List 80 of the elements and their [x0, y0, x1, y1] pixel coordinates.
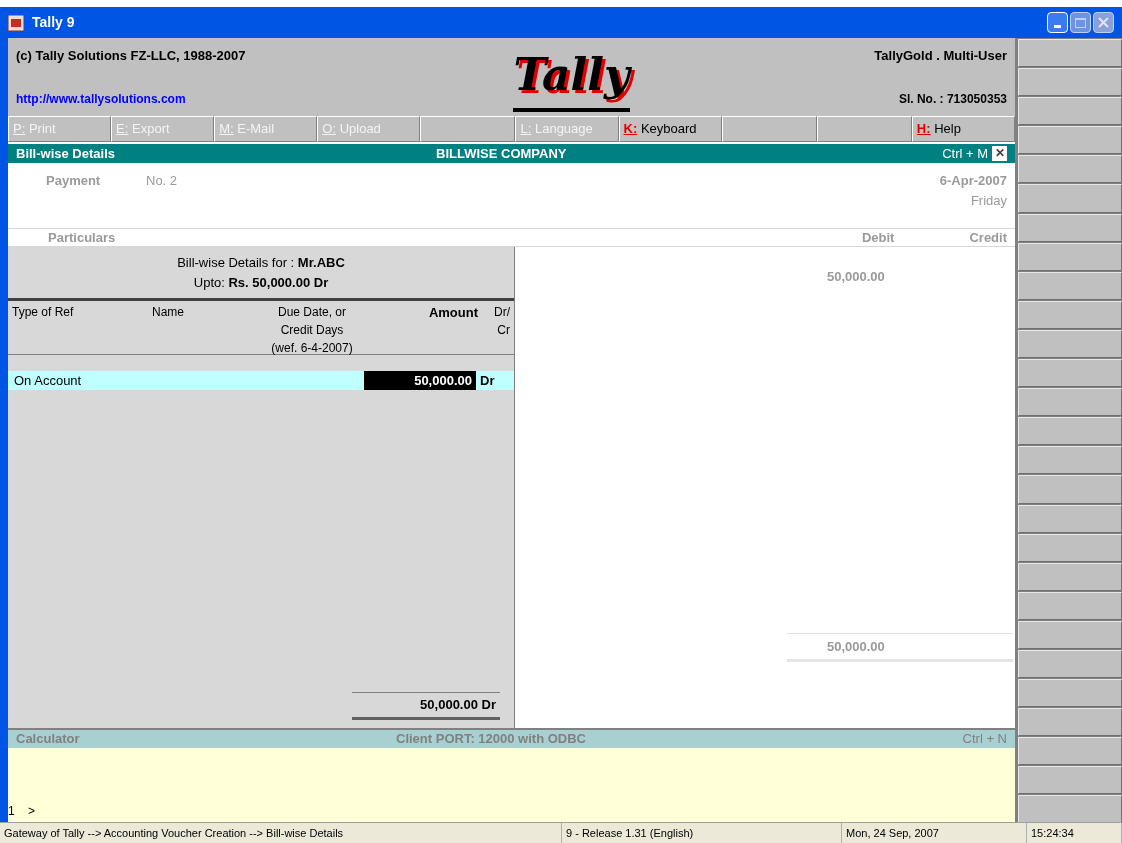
calculator-title: Calculator	[16, 730, 81, 749]
side-button[interactable]	[1018, 446, 1122, 475]
voucher-type: Payment	[46, 172, 102, 190]
column-header: Credit Days	[280, 322, 344, 339]
side-button[interactable]	[1018, 184, 1122, 213]
status-text: Gateway of Tally --> Accounting Voucher Creation --> Bill-wise Details	[0, 823, 562, 843]
side-button[interactable]	[1018, 213, 1122, 242]
website-link[interactable]: http://www.tallysolutions.com	[16, 90, 436, 112]
side-button[interactable]	[1018, 475, 1122, 504]
side-button[interactable]	[1018, 504, 1122, 533]
status-text: 9 - Release 1.31 (English)	[562, 823, 842, 843]
billwise-heading: Bill-wise Details for : Mr.ABC	[177, 254, 345, 272]
shortcut-text: Ctrl + N	[962, 730, 1007, 749]
window-title: Tally 9	[32, 13, 75, 32]
calculator-prompt: >	[28, 803, 35, 820]
side-button[interactable]	[1018, 417, 1122, 446]
side-button[interactable]	[1018, 679, 1122, 708]
ref-type: On Account	[14, 371, 83, 390]
shortcut-text: Ctrl + M	[942, 144, 988, 163]
screen-title: Bill-wise Details	[16, 144, 116, 163]
side-button[interactable]	[1018, 533, 1122, 562]
toolbar-button[interactable]	[816, 116, 912, 142]
column-header: Dr/	[494, 304, 510, 321]
side-button[interactable]	[1018, 300, 1122, 329]
column-header: Name	[152, 304, 185, 321]
side-button[interactable]	[1018, 39, 1122, 68]
side-button[interactable]	[1018, 68, 1122, 97]
debit-total: 50,000.00	[787, 632, 1013, 662]
side-button[interactable]	[1018, 155, 1122, 184]
company-name: BILLWISE COMPANY	[436, 144, 567, 163]
toolbar-button[interactable]	[721, 116, 817, 142]
billwise-total: 50,000.00 Dr	[352, 691, 500, 720]
side-button[interactable]	[1018, 242, 1122, 271]
side-button[interactable]	[1018, 649, 1122, 679]
side-button[interactable]	[1018, 708, 1122, 737]
side-button[interactable]	[1018, 359, 1122, 388]
column-header: Type of Ref	[12, 304, 75, 321]
dr-cr-text: Dr	[479, 371, 495, 390]
column-header: Due Date, or	[277, 304, 346, 321]
toolbar-button[interactable]: H: Help	[911, 116, 1015, 142]
side-button[interactable]	[1018, 388, 1122, 417]
app-icon	[8, 14, 24, 31]
side-button[interactable]	[1018, 97, 1122, 126]
side-button[interactable]	[1018, 737, 1122, 766]
port-text: Client PORT: 12000 with ODBC	[396, 730, 586, 749]
side-button[interactable]	[1018, 766, 1122, 795]
minimize-button[interactable]	[1047, 12, 1068, 33]
column-header: Cr	[497, 322, 510, 339]
line-number: 1	[8, 803, 16, 820]
debit-amount: 50,000.00	[827, 268, 886, 286]
column-header: (wef. 6-4-2007)	[271, 340, 353, 357]
toolbar-button[interactable]: K: Keyboard	[618, 116, 722, 142]
status-text: 15:24:34	[1027, 823, 1122, 843]
column-header: Particulars	[48, 228, 116, 247]
status-text: Mon, 24 Sep, 2007	[842, 823, 1027, 843]
edition-text: TallyGold . Multi-User	[874, 47, 1007, 65]
side-button[interactable]	[1018, 562, 1122, 591]
side-button[interactable]	[1018, 329, 1122, 359]
column-header: Amount	[427, 304, 478, 322]
side-button[interactable]	[1018, 620, 1122, 649]
maximize-button[interactable]	[1070, 12, 1091, 33]
side-button[interactable]	[1018, 126, 1122, 155]
close-button[interactable]	[1093, 12, 1114, 33]
toolbar-button[interactable]	[420, 116, 516, 142]
column-header: Credit	[969, 228, 1007, 247]
serial-number: Sl. No. : 713050353	[898, 91, 1007, 108]
side-button[interactable]	[1018, 591, 1122, 620]
copyright-text: (c) Tally Solutions FZ-LLC, 1988-2007	[16, 47, 247, 65]
billwise-heading: Upto: Rs. 50,000.00 Dr	[193, 273, 329, 292]
voucher-date: 6-Apr-2007	[939, 172, 1007, 190]
side-button[interactable]	[1018, 271, 1122, 300]
tally-logo: Tally	[513, 42, 630, 112]
close-icon	[1098, 17, 1109, 28]
voucher-number: No. 2	[146, 172, 178, 190]
column-header: Debit	[861, 228, 895, 247]
amount-field[interactable]: 50,000.00	[364, 371, 476, 390]
voucher-day: Friday	[970, 190, 1007, 210]
bill-row[interactable]: On Account 50,000.00 Dr	[8, 371, 514, 390]
close-button[interactable]: ✕	[992, 146, 1007, 161]
side-button[interactable]	[1018, 795, 1122, 824]
